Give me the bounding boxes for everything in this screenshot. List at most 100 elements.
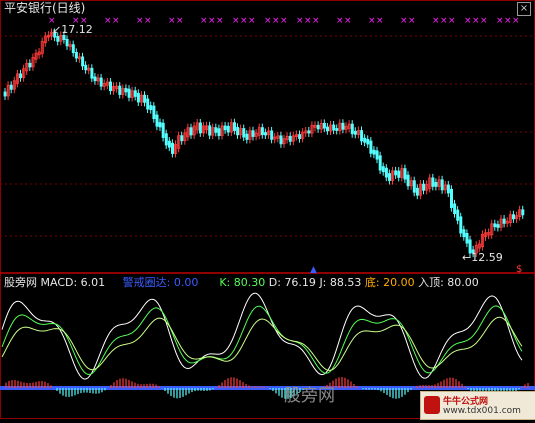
candle-body	[245, 133, 249, 140]
signal-marker: ×	[232, 16, 240, 26]
candle-body	[412, 180, 416, 193]
signal-marker: ×	[448, 16, 456, 26]
candle-body	[189, 127, 193, 136]
bottom-value: 底: 20.00	[364, 276, 415, 289]
candle-body	[325, 126, 329, 132]
candle-body	[214, 127, 218, 133]
candle-body	[332, 124, 336, 131]
candle-body	[521, 209, 525, 216]
indicator-legend: 股旁网 MACD: 6.01 警戒圈达: 0.00 K: 80.30 D: 76…	[4, 276, 479, 289]
d-line	[1, 305, 523, 375]
signal-marker: ×	[472, 16, 480, 26]
candle-body	[170, 142, 174, 154]
candle-body	[512, 214, 516, 220]
high-price-label: ↙17.12	[52, 23, 93, 36]
candle-body	[456, 209, 460, 221]
candle-body	[270, 130, 274, 140]
macd-value: MACD: 6.01	[40, 276, 106, 289]
signal-marker: ×	[176, 16, 184, 26]
candle-body	[397, 170, 401, 178]
signal-marker: ×	[512, 16, 520, 26]
candle-body	[406, 174, 410, 187]
candle-body	[263, 132, 267, 136]
candle-body	[226, 125, 230, 133]
candle-body	[440, 179, 444, 191]
candle-body	[93, 76, 97, 82]
candle-body	[236, 126, 240, 136]
chart-title: 平安银行(日线)	[4, 1, 86, 15]
candle-body	[453, 203, 457, 215]
signal-marker: ×	[336, 16, 344, 26]
candle-body	[502, 218, 506, 224]
candle-body	[387, 173, 391, 181]
candle-body	[136, 92, 140, 103]
chart-canvas: × × × × × × × × × × × × × × × × × × × × × × × × × × × × × × × × × × × ×↙17.…	[0, 0, 535, 419]
candle-body	[62, 35, 66, 41]
signal-marker: ×	[376, 16, 384, 26]
candle-body	[465, 232, 469, 244]
candle-body	[127, 88, 131, 98]
candle-body	[223, 125, 227, 131]
d-value: D: 76.19	[268, 276, 316, 289]
candle-body	[322, 122, 326, 129]
signal-marker: ×	[496, 16, 504, 26]
candle-body	[446, 184, 450, 194]
signal-marker: ×	[240, 16, 248, 26]
candle-body	[56, 36, 60, 42]
candle-body	[360, 130, 364, 142]
candle-body	[375, 150, 379, 160]
signal-marker: ×	[440, 16, 448, 26]
candle-body	[19, 73, 23, 79]
candle-body	[152, 105, 156, 120]
candle-body	[381, 166, 385, 173]
signal-marker: ×	[136, 16, 144, 26]
candle-body	[161, 122, 165, 138]
candle-body	[394, 170, 398, 176]
candle-body	[81, 56, 85, 67]
top-value: 入顶: 80.00	[418, 276, 479, 289]
candle-body	[180, 135, 184, 142]
candle-body	[242, 128, 246, 138]
candle-body	[369, 140, 373, 154]
candle-body	[384, 167, 388, 178]
signal-marker: ×	[208, 16, 216, 26]
signal-marker: ×	[168, 16, 176, 26]
signal-marker: ×	[480, 16, 488, 26]
candle-body	[74, 52, 78, 59]
candle-body	[155, 114, 159, 127]
candle-body	[149, 105, 153, 111]
signal-marker: ×	[280, 16, 288, 26]
candle-body	[493, 223, 497, 228]
candle-body	[133, 90, 137, 97]
candle-body	[422, 183, 426, 191]
signal-marker: ×	[248, 16, 256, 26]
close-button[interactable]: ×	[517, 2, 531, 16]
signal-marker: ×	[216, 16, 224, 26]
logo-seal-icon	[424, 396, 440, 414]
watermark-logo: 牛牛公式网 www.tdx001.com	[420, 391, 535, 420]
candle-body	[198, 122, 202, 134]
signal-marker: ×	[112, 16, 120, 26]
candle-body	[434, 182, 438, 187]
candle-body	[431, 177, 435, 187]
signal-marker: ×	[104, 16, 112, 26]
candle-body	[449, 188, 453, 208]
candle-body	[217, 128, 221, 137]
k-value: K: 80.30	[219, 276, 266, 289]
signal-marker: ×	[400, 16, 408, 26]
candle-body	[366, 138, 370, 145]
candle-body	[90, 67, 94, 79]
candle-body	[109, 81, 113, 92]
watermark-site-name: 股旁网	[284, 386, 335, 406]
stock-chart-window: × × × × × × × × × × × × × × × × × × × × × × × × × × × × × × × × × × × × ↙17.…	[0, 0, 535, 420]
candle-body	[208, 125, 212, 136]
candle-body	[496, 224, 500, 228]
signal-marker: ×	[200, 16, 208, 26]
dollar-marker-icon: $	[516, 264, 522, 275]
candle-body	[403, 168, 407, 180]
candle-body	[353, 130, 357, 135]
candle-body	[251, 130, 255, 137]
candle-body	[65, 38, 69, 47]
logo-line2: www.tdx001.com	[443, 406, 521, 416]
candle-body	[143, 94, 147, 103]
